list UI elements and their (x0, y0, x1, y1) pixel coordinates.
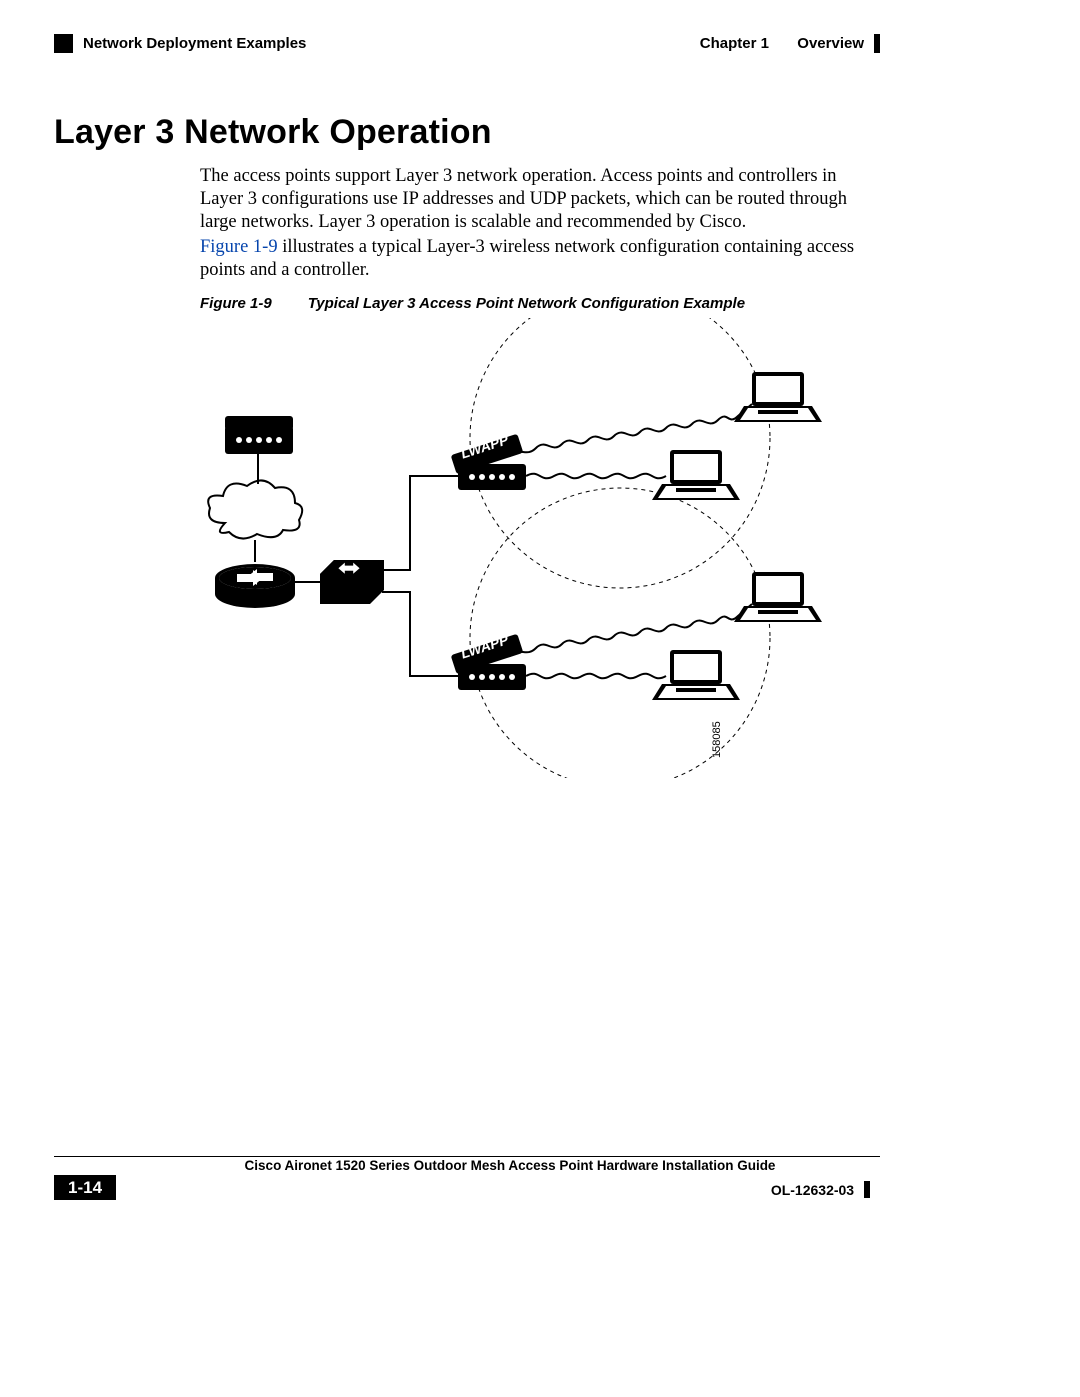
paragraph-2: Figure 1-9 illustrates a typical Layer-3… (200, 236, 880, 282)
doc-number-text: OL-12632-03 (771, 1182, 854, 1198)
footer-guide-title: Cisco Aironet 1520 Series Outdoor Mesh A… (140, 1158, 880, 1173)
paragraph-1: The access points support Layer 3 networ… (200, 165, 880, 234)
footer-bar-marker (864, 1181, 870, 1198)
figure-title: Typical Layer 3 Access Point Network Con… (308, 295, 745, 312)
footer-doc-number: OL-12632-03 (771, 1181, 870, 1198)
paragraph-2-rest: illustrates a typical Layer-3 wireless n… (200, 237, 854, 280)
footer-rule (54, 1156, 880, 1157)
image-id: 158085 (711, 721, 723, 758)
header-right: Chapter 1 Overview (700, 34, 880, 53)
section-label: Network Deployment Examples (83, 35, 306, 52)
header-bar-marker (874, 34, 880, 53)
figure-label: Figure 1-9 (200, 295, 272, 312)
network-diagram: LWAPP LWAPP (200, 318, 880, 778)
chapter-label: Chapter 1 (700, 35, 769, 52)
page-number-badge: 1-14 (54, 1175, 116, 1200)
figure-reference-link[interactable]: Figure 1-9 (200, 237, 278, 257)
chapter-title: Overview (797, 35, 864, 52)
header-marker-square (54, 34, 73, 53)
page-title: Layer 3 Network Operation (54, 113, 492, 152)
figure-caption: Figure 1-9 Typical Layer 3 Access Point … (200, 295, 880, 312)
